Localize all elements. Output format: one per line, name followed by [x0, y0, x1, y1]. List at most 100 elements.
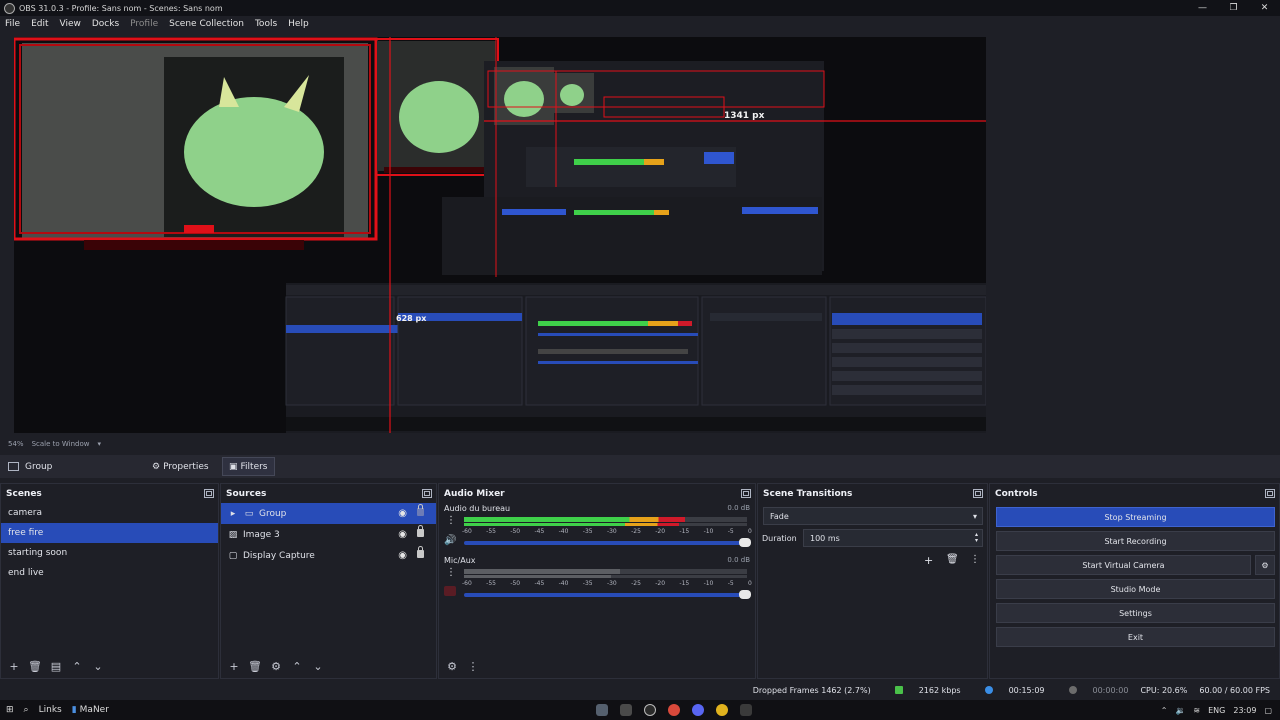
properties-button[interactable]: ⚙ Properties [146, 457, 215, 476]
kebab-icon[interactable]: ⋮ [446, 567, 456, 578]
move-down-icon[interactable]: ⌄ [311, 659, 325, 673]
move-up-icon[interactable]: ⌃ [70, 659, 84, 673]
start-recording-button[interactable]: Start Recording [996, 531, 1275, 551]
slider-handle[interactable] [739, 590, 751, 599]
language-indicator[interactable]: ENG [1208, 706, 1225, 715]
app-icon[interactable] [740, 704, 752, 716]
scene-item[interactable]: starting soon [1, 543, 218, 563]
taskbar-links[interactable]: Links [39, 705, 62, 715]
undock-icon[interactable] [204, 489, 214, 498]
visibility-eye-icon[interactable]: ◉ [398, 508, 407, 519]
explorer-icon[interactable] [596, 704, 608, 716]
move-down-icon[interactable]: ⌄ [91, 659, 105, 673]
folder-icon: ▭ [244, 508, 254, 519]
chevron-down-icon[interactable]: ▾ [97, 440, 101, 448]
visibility-eye-icon[interactable]: ◉ [398, 550, 407, 561]
obs-icon[interactable] [644, 704, 656, 716]
tick-label: -50 [510, 528, 521, 535]
notification-icon[interactable]: ▢ [1264, 706, 1272, 715]
stop-streaming-button[interactable]: Stop Streaming [996, 507, 1275, 527]
filters-button[interactable]: ▣ Filters [222, 457, 275, 476]
menu-view[interactable]: View [60, 19, 81, 29]
expand-arrow-icon[interactable]: ▸ [227, 509, 239, 519]
windows-start-icon[interactable]: ⊞ [6, 705, 14, 715]
menu-file[interactable]: File [5, 19, 20, 29]
lock-icon[interactable] [417, 546, 424, 558]
add-icon[interactable]: + [924, 554, 933, 567]
taskbar-app[interactable]: ▮ MaNer [72, 705, 119, 715]
transition-select[interactable]: Fade ▾ [763, 507, 983, 525]
tick-label: -55 [486, 528, 496, 535]
menu-docks[interactable]: Docks [92, 19, 119, 29]
tick-label: 0 [748, 528, 752, 535]
volume-slider[interactable] [464, 590, 751, 599]
obs-logo-icon [4, 2, 15, 14]
undock-icon[interactable] [422, 489, 432, 498]
chevron-up-icon[interactable]: ⌃ [1161, 706, 1168, 715]
virtual-camera-settings-button[interactable]: ⚙ [1255, 555, 1275, 575]
studio-mode-button[interactable]: Studio Mode [996, 579, 1275, 599]
slider-handle[interactable] [739, 538, 751, 547]
clock[interactable]: 23:09 [1233, 706, 1256, 715]
search-icon[interactable]: ⌕ [24, 705, 29, 715]
source-label: Display Capture [243, 550, 315, 561]
trash-icon[interactable]: 🗑 [248, 659, 262, 673]
undock-icon[interactable] [973, 489, 983, 498]
minimize-icon[interactable]: — [1187, 0, 1218, 16]
volume-icon[interactable]: 🔉 [1175, 706, 1185, 715]
mixer-settings-icon[interactable]: ⚙ [445, 659, 459, 673]
undock-icon[interactable] [1265, 489, 1275, 498]
scale-mode-select[interactable]: Scale to Window [32, 440, 90, 448]
move-up-icon[interactable]: ⌃ [290, 659, 304, 673]
close-icon[interactable]: ✕ [1249, 0, 1280, 16]
source-item-image[interactable]: ▨ Image 3 ◉ [221, 524, 436, 545]
muted-speaker-icon[interactable] [444, 586, 456, 596]
settings-button[interactable]: Settings [996, 603, 1275, 623]
source-label: Image 3 [243, 529, 280, 540]
filter-icon[interactable]: ▤ [49, 659, 63, 673]
chrome-icon[interactable] [716, 704, 728, 716]
trash-icon[interactable]: 🗑 [28, 659, 42, 673]
add-icon[interactable]: + [7, 659, 21, 673]
menu-scene-collection[interactable]: Scene Collection [169, 19, 244, 29]
tick-label: -35 [582, 580, 593, 587]
scene-item[interactable]: camera [1, 503, 218, 523]
duration-input[interactable]: 100 ms ▴ ▾ [803, 529, 983, 547]
group-icon [8, 462, 19, 471]
wifi-icon[interactable]: ≋ [1193, 706, 1200, 715]
tick-label: -10 [703, 580, 714, 587]
visibility-eye-icon[interactable]: ◉ [398, 529, 407, 540]
app-icon[interactable] [620, 704, 632, 716]
restore-icon[interactable]: ❐ [1218, 0, 1249, 16]
tick-label: -60 [462, 528, 472, 535]
lock-icon[interactable] [417, 504, 424, 516]
spinner-icon[interactable]: ▴ ▾ [975, 532, 978, 544]
channel-db: 0.0 dB [727, 556, 750, 564]
source-item-display[interactable]: ▢ Display Capture ◉ [221, 545, 436, 566]
scene-item-selected[interactable]: free fire [1, 523, 218, 543]
gear-icon[interactable]: ⚙ [269, 659, 283, 673]
scene-item[interactable]: end live [1, 563, 218, 583]
trash-icon[interactable]: 🗑 [946, 554, 959, 565]
menu-tools[interactable]: Tools [255, 19, 277, 29]
volume-slider[interactable] [464, 538, 751, 547]
source-item-group[interactable]: ▸ ▭ Group ◉ [221, 503, 436, 524]
undock-icon[interactable] [741, 489, 751, 498]
discord-icon[interactable] [692, 704, 704, 716]
add-icon[interactable]: + [227, 659, 241, 673]
menu-help[interactable]: Help [288, 19, 309, 29]
chrome-icon[interactable] [668, 704, 680, 716]
speaker-icon[interactable]: 🔊 [444, 535, 456, 546]
channel-db: 0.0 dB [727, 504, 750, 512]
menu-edit[interactable]: Edit [31, 19, 48, 29]
cpu-usage: CPU: 20.6% [1140, 685, 1188, 695]
start-virtual-camera-button[interactable]: Start Virtual Camera [996, 555, 1251, 575]
mixer-title: Audio Mixer [444, 488, 505, 499]
lock-icon[interactable] [417, 525, 424, 537]
kebab-icon[interactable]: ⋮ [970, 554, 980, 565]
preview-canvas[interactable]: 1341 px 628 px [14, 37, 986, 433]
kebab-icon[interactable]: ⋮ [446, 515, 456, 526]
exit-button[interactable]: Exit [996, 627, 1275, 647]
menu-profile[interactable]: Profile [130, 19, 158, 29]
kebab-icon[interactable]: ⋮ [466, 659, 480, 673]
